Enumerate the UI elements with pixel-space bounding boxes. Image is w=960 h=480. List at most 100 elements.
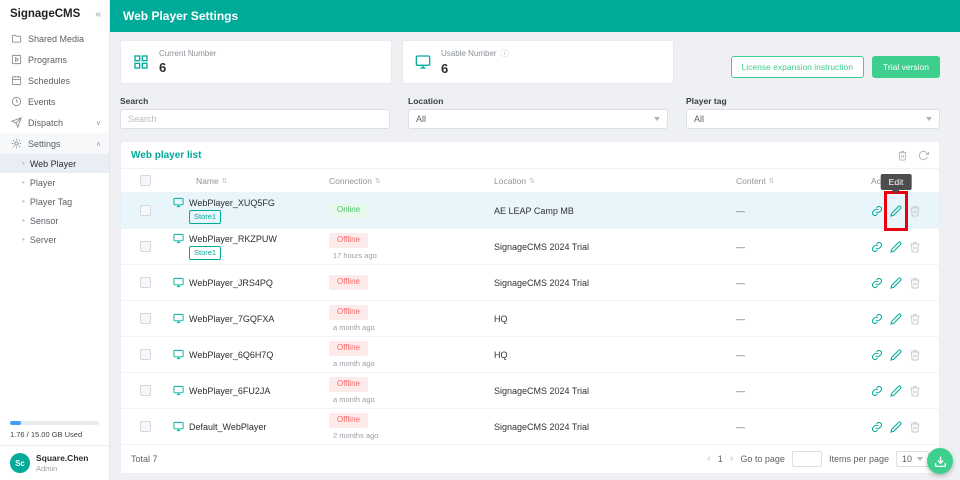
play-square-icon xyxy=(11,54,22,65)
edit-icon[interactable] xyxy=(890,385,902,397)
edit-tooltip: Edit xyxy=(880,173,912,194)
delete-icon[interactable] xyxy=(909,421,921,433)
player-icon xyxy=(173,421,184,432)
edit-icon[interactable] xyxy=(890,241,902,253)
link-icon[interactable] xyxy=(871,349,883,361)
player-location: HQ xyxy=(494,313,508,324)
edit-icon[interactable] xyxy=(890,205,902,217)
last-seen-text: a month ago xyxy=(333,322,375,332)
search-input[interactable] xyxy=(120,109,390,129)
storage-text: 1.76 / 15.00 GB Used xyxy=(10,430,83,439)
total-count: Total 7 xyxy=(131,454,158,464)
edit-icon[interactable] xyxy=(890,277,902,289)
refresh-icon[interactable] xyxy=(918,150,929,161)
table-row[interactable]: WebPlayer_RKZPUW Store1 Offline 17 hours… xyxy=(121,229,939,265)
sidebar-item-label: Dispatch xyxy=(28,117,64,128)
delete-icon[interactable] xyxy=(909,241,921,253)
last-seen-text: a month ago xyxy=(333,358,375,368)
edit-icon[interactable] xyxy=(890,349,902,361)
table-row[interactable]: WebPlayer_JRS4PQ Offline SignageCMS 2024… xyxy=(121,265,939,301)
sidebar-item-label: Programs xyxy=(28,54,68,65)
edit-icon[interactable] xyxy=(890,421,902,433)
bulk-delete-icon[interactable] xyxy=(897,150,908,161)
player-name: WebPlayer_6Q6H7Q xyxy=(189,349,274,360)
sidebar-item-dispatch[interactable]: Dispatch ∨ xyxy=(0,112,109,133)
row-checkbox[interactable] xyxy=(139,277,151,288)
select-all-checkbox[interactable] xyxy=(139,175,151,186)
sort-icon[interactable]: ⇅ xyxy=(769,177,775,185)
go-to-page-input[interactable] xyxy=(791,451,822,467)
delete-icon[interactable] xyxy=(909,277,921,289)
table-row[interactable]: WebPlayer_6Q6H7Q Offline a month ago HQ … xyxy=(121,337,939,373)
row-checkbox[interactable] xyxy=(139,313,151,324)
prev-page-button[interactable]: ‹ xyxy=(707,453,711,465)
user-profile[interactable]: Sc Square.Chen Admin xyxy=(0,445,109,480)
sidebar-item-sensor[interactable]: • Sensor xyxy=(0,211,109,230)
sidebar-item-label: Schedules xyxy=(28,75,71,86)
bullet-icon: • xyxy=(22,216,25,225)
location-select[interactable]: All xyxy=(408,109,668,129)
link-icon[interactable] xyxy=(871,277,883,289)
delete-icon[interactable] xyxy=(909,313,921,325)
sidebar-item-programs[interactable]: Programs xyxy=(0,49,109,70)
calendar-icon xyxy=(11,75,22,86)
link-icon[interactable] xyxy=(871,421,883,433)
table-row[interactable]: WebPlayer_XUQ5FG Store1 Online AE LEAP C… xyxy=(121,173,939,231)
items-per-page-select[interactable]: 10 xyxy=(895,451,929,467)
download-fab-button[interactable] xyxy=(927,448,953,474)
player-tag-badge: Store1 xyxy=(189,246,222,260)
sidebar-item-server[interactable]: • Server xyxy=(0,230,109,249)
table-row[interactable]: WebPlayer_6FU2JA Offline a month ago Sig… xyxy=(121,373,939,409)
column-content[interactable]: Content xyxy=(736,176,766,186)
player-icon xyxy=(173,198,184,208)
go-to-page-label: Go to page xyxy=(740,454,785,464)
player-icon xyxy=(173,277,184,288)
license-expansion-button[interactable]: License expansion instruction xyxy=(730,56,865,78)
row-checkbox[interactable] xyxy=(139,349,151,360)
edit-icon[interactable] xyxy=(890,313,902,325)
sidebar-item-events[interactable]: Events xyxy=(0,91,109,112)
trial-version-button[interactable]: Trial version xyxy=(872,56,940,78)
sidebar-item-web-player[interactable]: • Web Player xyxy=(0,154,109,173)
link-icon[interactable] xyxy=(871,241,883,253)
sidebar-item-settings[interactable]: Settings ∧ xyxy=(0,133,109,154)
delete-icon[interactable] xyxy=(909,385,921,397)
link-icon[interactable] xyxy=(871,385,883,397)
sort-icon[interactable]: ⇅ xyxy=(529,177,535,185)
page-title: Web Player Settings xyxy=(123,9,239,23)
chevron-up-icon: ∧ xyxy=(95,140,101,148)
sidebar-item-player-tag[interactable]: • Player Tag xyxy=(0,192,109,211)
next-page-button[interactable]: › xyxy=(730,453,734,465)
sidebar-subitem-label: Server xyxy=(29,234,57,245)
bullet-icon: • xyxy=(22,159,25,168)
column-connection[interactable]: Connection xyxy=(329,176,372,186)
row-checkbox[interactable] xyxy=(139,241,151,252)
sidebar-item-label: Shared Media xyxy=(28,33,85,44)
link-icon[interactable] xyxy=(871,205,883,217)
table-row[interactable]: Default_WebPlayer Offline 2 months ago S… xyxy=(121,409,939,445)
sidebar-item-shared-media[interactable]: Shared Media xyxy=(0,28,109,49)
player-tag-select[interactable]: All xyxy=(686,109,940,129)
sidebar-item-schedules[interactable]: Schedules xyxy=(0,70,109,91)
current-page[interactable]: 1 xyxy=(718,454,723,464)
link-icon[interactable] xyxy=(871,313,883,325)
column-name[interactable]: Name xyxy=(196,176,219,186)
delete-icon[interactable] xyxy=(909,349,921,361)
chevron-down-icon xyxy=(654,117,660,121)
sort-icon[interactable]: ⇅ xyxy=(222,177,228,185)
info-icon[interactable]: ⓘ xyxy=(501,48,509,59)
table-row[interactable]: WebPlayer_7GQFXA Offline a month ago HQ … xyxy=(121,301,939,337)
sort-icon[interactable]: ⇅ xyxy=(375,177,381,185)
sidebar-item-player[interactable]: • Player xyxy=(0,173,109,192)
connection-status-badge: Online xyxy=(329,203,369,218)
player-icon xyxy=(173,349,184,360)
row-checkbox[interactable] xyxy=(139,205,151,216)
table-footer: Total 7 ‹ 1 › Go to page Items per page … xyxy=(121,445,939,473)
player-content: — xyxy=(736,205,745,216)
usable-number-card: Usable Number ⓘ 6 xyxy=(402,40,674,84)
collapse-sidebar-icon[interactable]: « xyxy=(95,9,101,20)
column-location[interactable]: Location xyxy=(494,176,526,186)
delete-icon[interactable] xyxy=(909,205,921,217)
row-checkbox[interactable] xyxy=(139,385,151,396)
row-checkbox[interactable] xyxy=(139,421,151,432)
